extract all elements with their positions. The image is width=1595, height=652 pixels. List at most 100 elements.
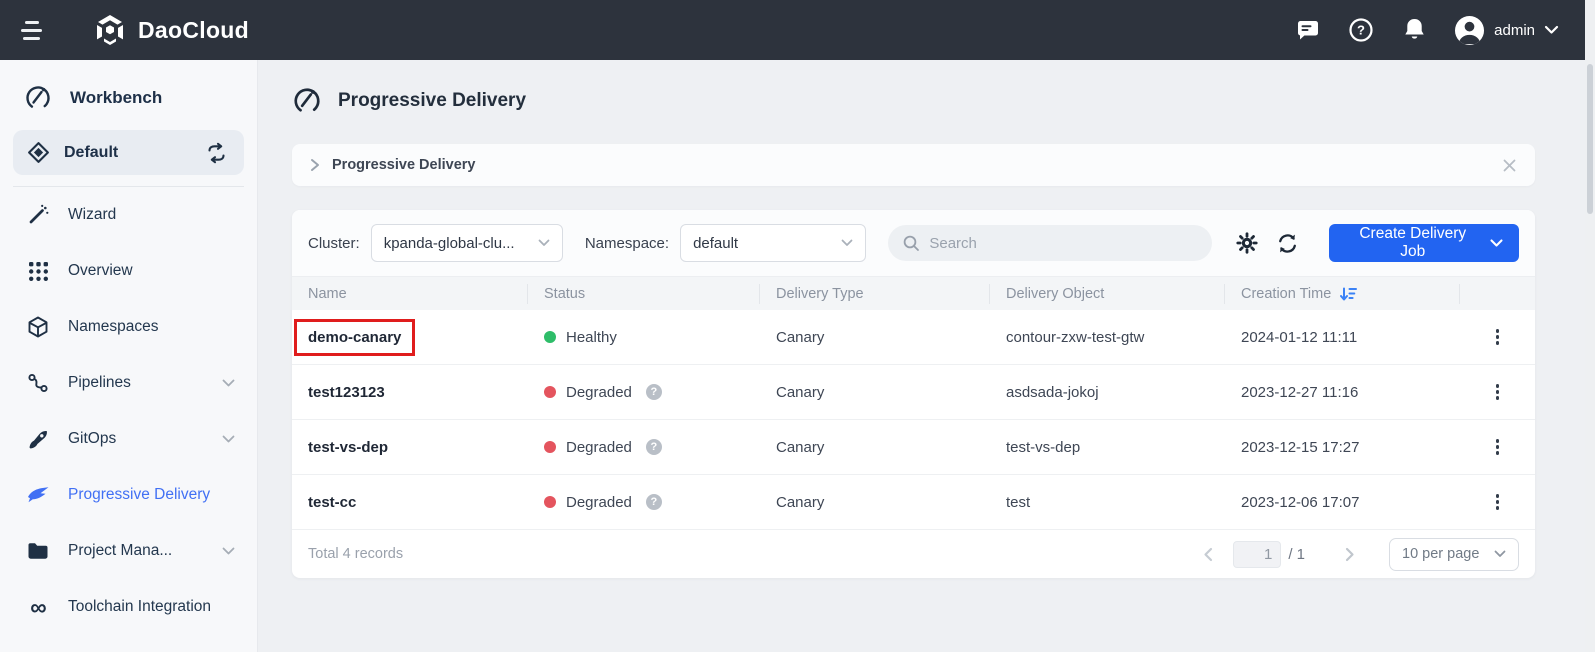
user-menu[interactable]: admin xyxy=(1454,15,1559,46)
status-help-icon[interactable]: ? xyxy=(646,439,662,455)
cluster-label: Cluster: xyxy=(308,235,360,252)
delivery-object-cell: contour-zxw-test-gtw xyxy=(990,329,1225,346)
next-page-icon[interactable] xyxy=(1341,543,1359,566)
delivery-type-cell: Canary xyxy=(760,384,990,401)
table-row[interactable]: test-vs-dep Degraded ? Canary test-vs-de… xyxy=(292,420,1535,475)
grid-dots-icon xyxy=(26,261,50,282)
avatar xyxy=(1454,15,1485,46)
table-row[interactable]: test123123 Degraded ? Canary asdsada-jok… xyxy=(292,365,1535,420)
chevron-down-icon xyxy=(1490,239,1503,248)
table-footer: Total 4 records / 1 10 per page xyxy=(292,530,1535,578)
column-header-delivery-object[interactable]: Delivery Object xyxy=(990,284,1225,304)
table-body: demo-canary Healthy Canary contour-zxw-t… xyxy=(292,310,1535,530)
wizard-wand-icon xyxy=(26,204,50,226)
creation-time-cell: 2024-01-12 11:11 xyxy=(1225,329,1460,346)
job-name-cell[interactable]: test123123 xyxy=(292,384,528,401)
chevron-down-icon xyxy=(528,239,550,247)
search-box[interactable] xyxy=(888,225,1211,261)
status-help-icon[interactable]: ? xyxy=(646,384,662,400)
pipelines-icon xyxy=(26,372,50,394)
page-title-icon xyxy=(292,86,322,116)
sidebar-item-pipelines[interactable]: Pipelines xyxy=(0,355,257,411)
brand[interactable]: DaoCloud xyxy=(92,14,249,47)
sidebar-item-workbench[interactable]: Workbench xyxy=(0,80,257,116)
workspace-icon xyxy=(27,141,50,164)
page-number-input[interactable] xyxy=(1233,541,1281,568)
table-settings-gear-icon[interactable] xyxy=(1236,232,1258,254)
delivery-object-cell: test xyxy=(990,494,1225,511)
notification-bell-icon[interactable] xyxy=(1401,17,1427,43)
column-header-delivery-type[interactable]: Delivery Type xyxy=(760,284,990,304)
chevron-down-icon xyxy=(222,547,235,556)
sidebar-item-overview[interactable]: Overview xyxy=(0,243,257,299)
creation-time-cell: 2023-12-06 17:07 xyxy=(1225,494,1460,511)
status-dot xyxy=(544,441,556,453)
previous-page-icon[interactable] xyxy=(1199,543,1217,566)
status-dot xyxy=(544,496,556,508)
status-label: Degraded xyxy=(566,494,632,511)
workspace-label: Default xyxy=(64,144,118,162)
cluster-select[interactable]: kpanda-global-clu... xyxy=(371,224,563,262)
scrollbar-thumb[interactable] xyxy=(1587,64,1593,214)
status-cell: Degraded ? xyxy=(528,384,760,401)
status-cell: Healthy xyxy=(528,329,760,346)
row-actions-kebab-icon[interactable] xyxy=(1488,380,1508,404)
status-help-icon[interactable]: ? xyxy=(646,494,662,510)
table-row[interactable]: demo-canary Healthy Canary contour-zxw-t… xyxy=(292,310,1535,365)
sidebar-item-progressive-delivery[interactable]: Progressive Delivery xyxy=(0,467,257,523)
sort-descending-icon[interactable] xyxy=(1340,286,1357,302)
sidebar-item-project-management[interactable]: Project Mana... xyxy=(0,523,257,579)
job-name-cell[interactable]: test-vs-dep xyxy=(292,439,528,456)
delivery-type-cell: Canary xyxy=(760,439,990,456)
status-label: Degraded xyxy=(566,439,632,456)
close-icon[interactable] xyxy=(1502,158,1517,173)
switch-workspace-icon[interactable] xyxy=(205,142,228,164)
sidebar-workbench-label: Workbench xyxy=(70,88,162,108)
status-cell: Degraded ? xyxy=(528,439,760,456)
creation-time-cell: 2023-12-27 11:16 xyxy=(1225,384,1460,401)
row-actions-kebab-icon[interactable] xyxy=(1488,325,1508,349)
creation-time-cell: 2023-12-15 17:27 xyxy=(1225,439,1460,456)
column-header-name[interactable]: Name xyxy=(292,284,528,304)
search-icon xyxy=(902,234,920,252)
table-row[interactable]: test-cc Degraded ? Canary test 2023-12-0… xyxy=(292,475,1535,530)
breadcrumb-item[interactable]: Progressive Delivery xyxy=(332,157,475,173)
status-label: Degraded xyxy=(566,384,632,401)
username: admin xyxy=(1494,22,1535,39)
chevron-down-icon xyxy=(1494,550,1506,558)
pagination: / 1 10 per page xyxy=(1199,538,1519,571)
refresh-icon[interactable] xyxy=(1276,232,1299,255)
column-header-status[interactable]: Status xyxy=(528,284,760,304)
cube-icon xyxy=(26,316,50,338)
page-title: Progressive Delivery xyxy=(338,90,526,112)
job-name-cell[interactable]: demo-canary xyxy=(292,319,528,356)
delivery-jobs-card: Cluster: kpanda-global-clu... Namespace:… xyxy=(292,210,1535,578)
menu-icon[interactable] xyxy=(20,17,50,43)
row-actions-kebab-icon[interactable] xyxy=(1488,490,1508,514)
job-name-cell[interactable]: test-cc xyxy=(292,494,528,511)
sidebar-item-gitops[interactable]: GitOps xyxy=(0,411,257,467)
chat-icon[interactable] xyxy=(1295,17,1321,43)
table-header-row: Name Status Delivery Type Delivery Objec… xyxy=(292,276,1535,310)
search-input[interactable] xyxy=(929,235,1197,252)
status-dot xyxy=(544,331,556,343)
sidebar-item-namespaces[interactable]: Namespaces xyxy=(0,299,257,355)
workbench-icon xyxy=(24,84,52,112)
sidebar-item-toolchain-integration[interactable]: ∞ Toolchain Integration xyxy=(0,579,257,635)
create-delivery-job-button[interactable]: Create Delivery Job xyxy=(1329,224,1519,262)
namespace-select[interactable]: default xyxy=(680,224,866,262)
rocket-icon xyxy=(26,428,50,450)
filter-toolbar: Cluster: kpanda-global-clu... Namespace:… xyxy=(292,210,1535,276)
help-icon[interactable]: ? xyxy=(1348,17,1374,43)
sidebar-item-default-workspace[interactable]: Default xyxy=(13,130,244,175)
sidebar: Workbench Default xyxy=(0,60,258,652)
sidebar-item-wizard[interactable]: Wizard xyxy=(0,187,257,243)
scrollbar[interactable] xyxy=(1585,0,1595,652)
per-page-select[interactable]: 10 per page xyxy=(1389,538,1519,571)
chevron-down-icon xyxy=(222,435,235,444)
column-header-creation-time[interactable]: Creation Time xyxy=(1225,284,1460,304)
namespace-label: Namespace: xyxy=(585,235,669,252)
status-label: Healthy xyxy=(566,329,617,346)
row-actions-kebab-icon[interactable] xyxy=(1488,435,1508,459)
status-dot xyxy=(544,386,556,398)
